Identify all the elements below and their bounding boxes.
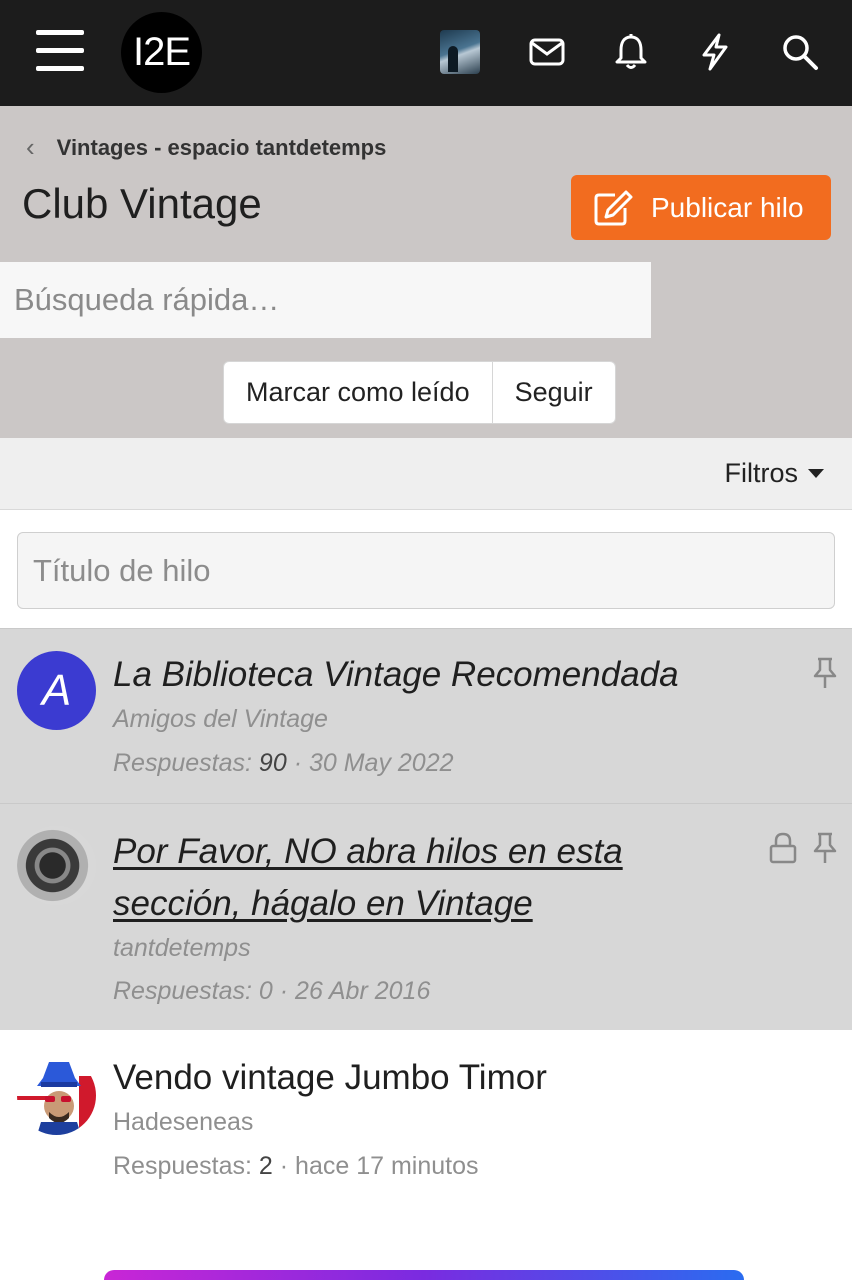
replies-count: 90 xyxy=(258,749,287,777)
quick-search-input[interactable] xyxy=(0,262,651,338)
thread-title[interactable]: Por Favor, NO abra hilos en esta sección… xyxy=(113,826,733,930)
publish-thread-button[interactable]: Publicar hilo xyxy=(571,175,831,240)
bell-icon[interactable] xyxy=(611,30,651,74)
thread-date[interactable]: · hace 17 minutos xyxy=(280,1152,479,1180)
avatar[interactable]: A xyxy=(17,651,96,730)
thread-meta: Respuestas: 2 · hace 17 minutos xyxy=(113,1152,479,1181)
avatar[interactable] xyxy=(17,1056,96,1135)
thread-row: Vendo vintage Jumbo Timor Hadeseneas Res… xyxy=(0,1030,852,1240)
filter-bar: Filtros xyxy=(0,438,852,510)
thread-title-filter-input[interactable] xyxy=(17,532,835,609)
publish-label: Publicar hilo xyxy=(651,191,804,223)
replies-count: 2 xyxy=(258,1152,273,1180)
filters-dropdown[interactable]: Filtros xyxy=(724,458,824,489)
edit-icon xyxy=(594,190,633,225)
pin-icon xyxy=(813,657,837,688)
pin-icon xyxy=(813,832,837,863)
replies-label: Respuestas: xyxy=(113,1152,252,1180)
replies-label: Respuestas: xyxy=(113,749,252,777)
ad-banner[interactable] xyxy=(104,1270,744,1280)
forum-actions: Marcar como leído Seguir xyxy=(223,361,616,424)
caret-down-icon xyxy=(808,469,824,478)
thread-author[interactable]: Hadeseneas xyxy=(113,1108,253,1137)
thread-date[interactable]: · 30 May 2022 xyxy=(294,749,454,777)
follow-button[interactable]: Seguir xyxy=(493,362,615,423)
breadcrumb-label: Vintages - espacio tantdetemps xyxy=(56,134,387,160)
site-logo[interactable]: I2E xyxy=(121,12,202,93)
menu-icon[interactable] xyxy=(36,30,84,72)
forum-header: ‹ Vintages - espacio tantdetemps Club Vi… xyxy=(0,106,852,438)
lightning-icon[interactable] xyxy=(695,30,735,74)
thread-meta: Respuestas: 0 · 26 Abr 2016 xyxy=(113,977,430,1006)
replies-label: Respuestas: xyxy=(113,977,252,1005)
thread-author[interactable]: tantdetemps xyxy=(113,934,251,963)
avatar[interactable] xyxy=(17,826,96,905)
breadcrumb[interactable]: ‹ Vintages - espacio tantdetemps xyxy=(26,132,386,163)
thread-title[interactable]: Vendo vintage Jumbo Timor xyxy=(113,1052,547,1104)
search-icon[interactable] xyxy=(780,30,820,74)
chevron-left-icon: ‹ xyxy=(26,132,35,162)
replies-count: 0 xyxy=(258,977,273,1005)
user-avatar[interactable] xyxy=(440,30,480,74)
thread-author[interactable]: Amigos del Vintage xyxy=(113,705,328,734)
filters-label: Filtros xyxy=(724,458,799,488)
thread-row: Por Favor, NO abra hilos en esta sección… xyxy=(0,803,852,1030)
top-nav-bar: I2E xyxy=(0,0,852,106)
lock-icon xyxy=(769,832,797,864)
mail-icon[interactable] xyxy=(527,30,567,74)
thread-date[interactable]: · 26 Abr 2016 xyxy=(280,977,431,1005)
thread-title[interactable]: La Biblioteca Vintage Recomendada xyxy=(113,649,679,701)
page-title: Club Vintage xyxy=(22,180,262,227)
thread-meta: Respuestas: 90 · 30 May 2022 xyxy=(113,749,454,778)
thread-row: A La Biblioteca Vintage Recomendada Amig… xyxy=(0,628,852,803)
mark-read-button[interactable]: Marcar como leído xyxy=(224,362,493,423)
